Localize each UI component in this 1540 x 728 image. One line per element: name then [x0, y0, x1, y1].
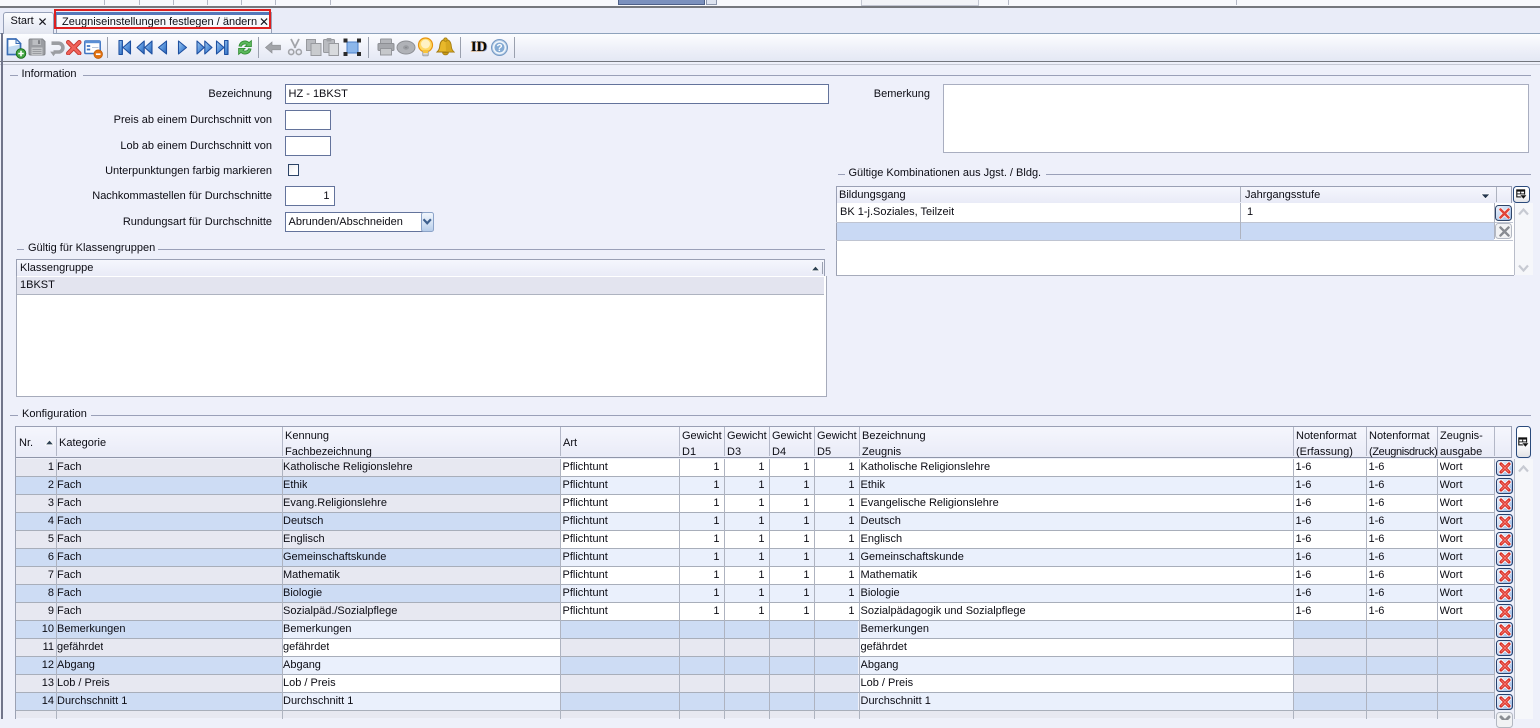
- svg-text:?: ?: [496, 43, 502, 54]
